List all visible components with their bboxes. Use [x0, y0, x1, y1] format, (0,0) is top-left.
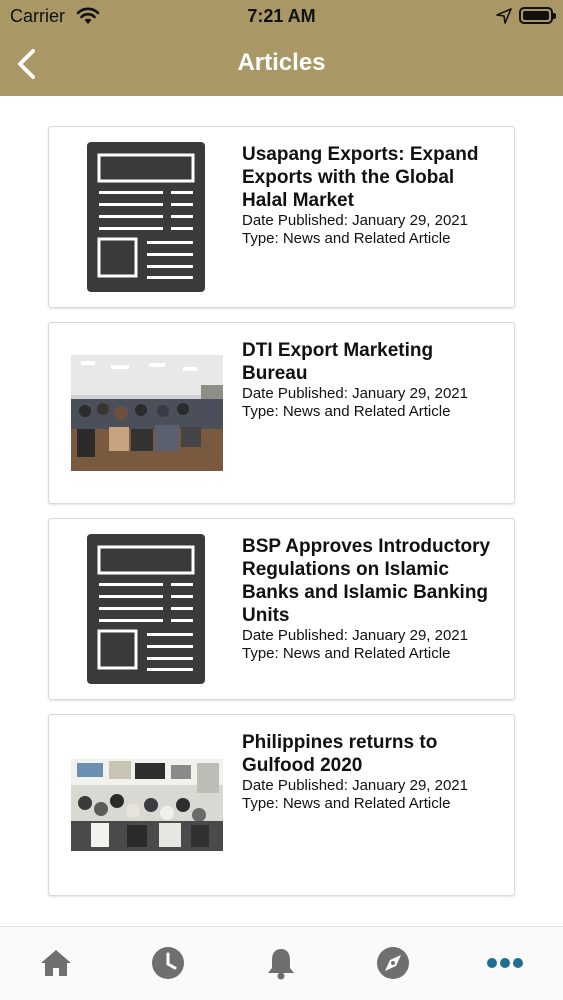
- clock-icon: [152, 947, 184, 979]
- article-title: DTI Export Marketing Bureau: [242, 340, 434, 384]
- article-card[interactable]: Usapang Exports: Expand Exports with the…: [48, 126, 515, 308]
- article-info: BSP Approves Introductory Regulations on…: [242, 535, 502, 663]
- article-card[interactable]: BSP Approves Introductory Regulations on…: [48, 518, 515, 700]
- article-info: DTI Export Marketing Bureau Date Publish…: [242, 339, 502, 421]
- navigation-header: Carrier 7:21 AM Articles: [0, 0, 563, 96]
- home-icon: [41, 950, 71, 976]
- article-info: Philippines returns to Gulfood 2020 Date…: [242, 731, 502, 813]
- article-type: Type: News and Related Article: [242, 645, 451, 662]
- page-title: Articles: [237, 49, 326, 76]
- compass-icon: [377, 947, 409, 979]
- status-bar: Carrier 7:21 AM: [0, 0, 563, 32]
- tab-bar: [0, 926, 563, 1000]
- article-date: Date Published: January 29, 2021: [242, 212, 468, 229]
- article-date: Date Published: January 29, 2021: [242, 627, 468, 644]
- battery-icon: [519, 7, 556, 24]
- article-card[interactable]: DTI Export Marketing Bureau Date Publish…: [48, 322, 515, 504]
- clock-time: 7:21 AM: [247, 6, 316, 26]
- article-type: Type: News and Related Article: [242, 230, 451, 247]
- article-list[interactable]: Usapang Exports: Expand Exports with the…: [0, 96, 563, 926]
- tab-notifications[interactable]: [261, 943, 301, 983]
- tab-more[interactable]: [485, 943, 525, 983]
- location-arrow-icon: [496, 8, 512, 24]
- article-card[interactable]: Philippines returns to Gulfood 2020 Date…: [48, 714, 515, 896]
- article-info: Usapang Exports: Expand Exports with the…: [242, 143, 502, 248]
- newspaper-icon: [87, 142, 205, 292]
- article-date: Date Published: January 29, 2021: [242, 385, 468, 402]
- tab-history[interactable]: [148, 943, 188, 983]
- tab-home[interactable]: [36, 943, 76, 983]
- more-icon: [487, 958, 523, 968]
- article-date: Date Published: January 29, 2021: [242, 777, 468, 794]
- article-type: Type: News and Related Article: [242, 403, 451, 420]
- seminar-room-photo: [71, 355, 223, 471]
- bell-icon: [268, 949, 294, 980]
- newspaper-icon: [87, 534, 205, 684]
- expo-crowd-photo: [71, 759, 223, 851]
- article-type: Type: News and Related Article: [242, 795, 451, 812]
- article-title: Usapang Exports: Expand Exports with the…: [242, 144, 479, 211]
- article-title: Philippines returns to Gulfood 2020: [242, 732, 438, 776]
- article-title: BSP Approves Introductory Regulations on…: [242, 536, 491, 626]
- tab-explore[interactable]: [373, 943, 413, 983]
